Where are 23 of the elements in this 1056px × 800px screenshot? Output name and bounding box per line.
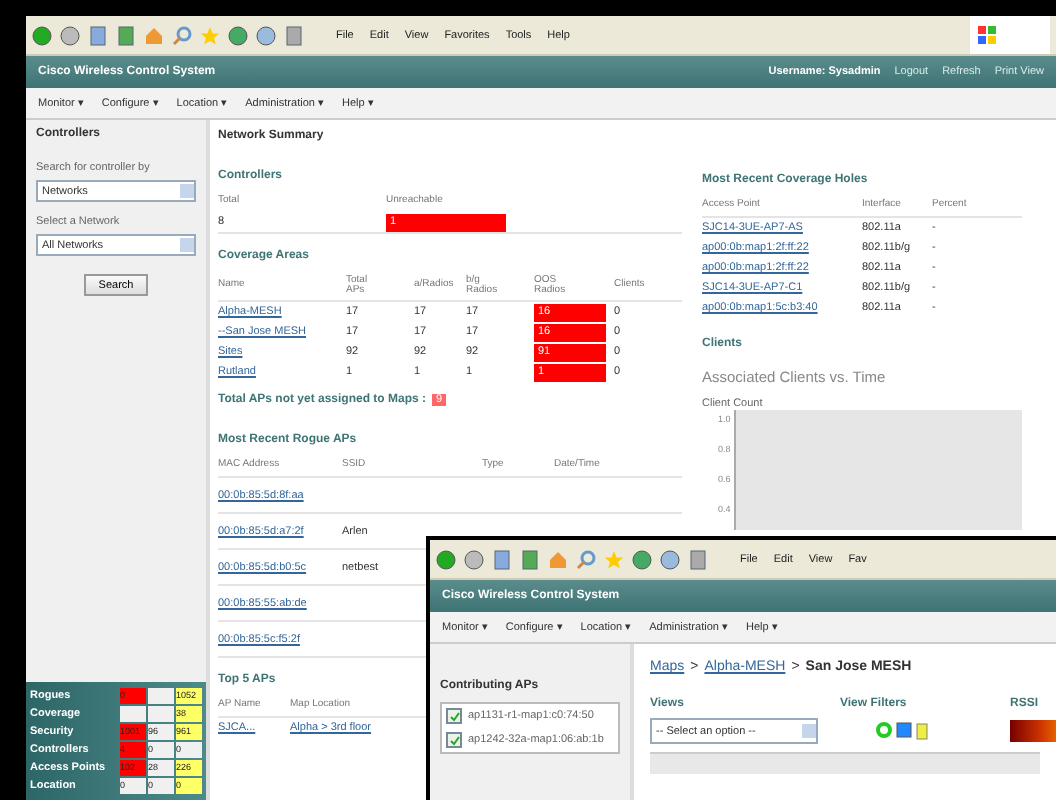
home-icon[interactable] [144,25,164,45]
windows-logo-icon [978,26,996,44]
tag-filter-icon[interactable] [916,722,928,740]
circle-icon[interactable] [660,549,680,569]
home-icon[interactable] [548,549,568,569]
page-icon[interactable] [284,25,304,45]
circle-icon[interactable] [436,549,456,569]
star-icon[interactable] [200,25,220,45]
square-filter-icon[interactable] [896,722,912,738]
search-icon[interactable] [172,25,192,45]
circle-icon[interactable] [32,25,52,45]
checkbox[interactable] [446,732,462,748]
ap-filter-icon[interactable] [876,722,892,738]
circle-icon[interactable] [464,549,484,569]
star-icon[interactable] [604,549,624,569]
circle-icon[interactable] [60,25,80,45]
search-icon[interactable] [576,549,596,569]
rssi-gradient [1010,720,1056,742]
checkbox[interactable] [446,708,462,724]
circle-icon[interactable] [632,549,652,569]
page-icon[interactable] [688,549,708,569]
circle-icon[interactable] [256,25,276,45]
circle-icon[interactable] [228,25,248,45]
